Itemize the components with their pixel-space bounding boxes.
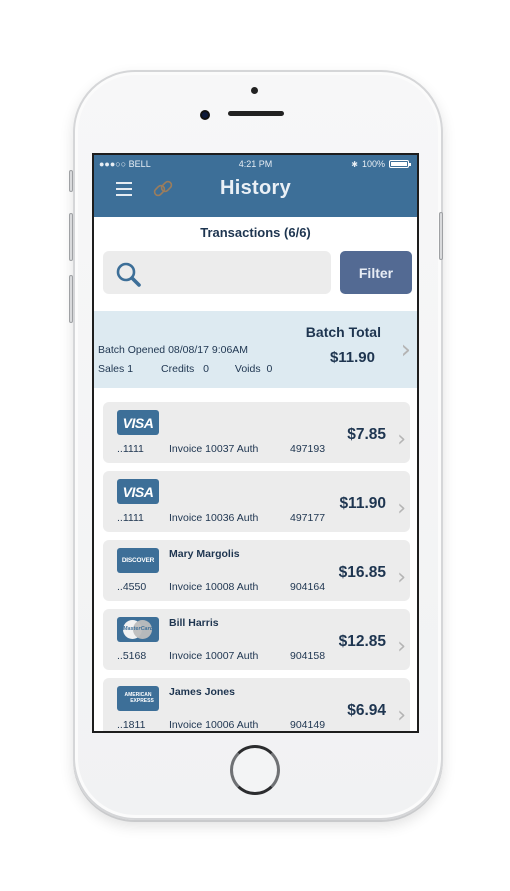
battery-icon bbox=[389, 160, 411, 168]
transaction-row[interactable]: MasterCard Bill Harris ..5168 Invoice 10… bbox=[103, 609, 410, 670]
sales-label: Sales bbox=[98, 363, 125, 375]
invoice-label: Invoice 10037 Auth bbox=[169, 443, 259, 455]
invoice-label: Invoice 10036 Auth bbox=[169, 512, 259, 524]
cardholder-name: Bill Harris bbox=[169, 617, 219, 629]
cardholder-name: Mary Margolis bbox=[169, 548, 240, 560]
batch-opened-value: 08/08/17 9:06AM bbox=[168, 344, 249, 356]
home-button[interactable] bbox=[230, 745, 280, 795]
batch-counts: Sales 1 Credits 0 Voids 0 bbox=[98, 363, 272, 375]
search-input[interactable] bbox=[103, 251, 331, 294]
invoice-label: Invoice 10007 Auth bbox=[169, 650, 259, 662]
card-last4: ..1111 bbox=[117, 443, 144, 455]
transaction-row[interactable]: AMERICAN EXPRESS James Jones ..1811 Invo… bbox=[103, 678, 410, 731]
transaction-amount: $6.94 bbox=[347, 702, 386, 719]
transaction-row[interactable]: VISA ..1111 Invoice 10037 Auth 497193 $7… bbox=[103, 402, 410, 463]
front-camera bbox=[200, 110, 210, 120]
visa-card-icon: VISA bbox=[117, 410, 159, 435]
card-last4: ..5168 bbox=[117, 650, 147, 662]
transaction-amount: $12.85 bbox=[338, 633, 386, 650]
auth-code: 904158 bbox=[290, 650, 326, 662]
transaction-row[interactable]: VISA ..1111 Invoice 10036 Auth 497177 $1… bbox=[103, 471, 410, 532]
batch-total-value: $11.90 bbox=[329, 349, 375, 366]
credits-label: Credits bbox=[161, 363, 195, 375]
status-bar: ●●●○○ BELL 4:21 PM ✱ 100% bbox=[94, 159, 417, 173]
card-last4: ..1111 bbox=[117, 512, 144, 524]
card-last4: ..1811 bbox=[117, 719, 146, 731]
app-screen: ●●●○○ BELL 4:21 PM ✱ 100% History Transa… bbox=[92, 153, 419, 733]
proximity-sensor bbox=[251, 87, 258, 94]
mastercard-card-icon: MasterCard bbox=[117, 617, 159, 642]
page-title: History bbox=[219, 177, 291, 199]
batch-summary[interactable]: Batch Opened 08/08/17 9:06AM Sales 1 Cre… bbox=[94, 311, 417, 388]
chevron-right-icon: › bbox=[397, 427, 406, 452]
card-last4: ..4550 bbox=[117, 581, 147, 593]
chevron-right-icon: › bbox=[397, 565, 406, 590]
discover-card-icon: DISCOVER bbox=[117, 548, 159, 573]
amex-card-icon: AMERICAN EXPRESS bbox=[117, 686, 159, 711]
status-right: ✱ 100% bbox=[351, 159, 411, 169]
batch-opened: Batch Opened 08/08/17 9:06AM bbox=[98, 344, 248, 356]
cardholder-name: James Jones bbox=[169, 686, 235, 698]
transaction-amount: $16.85 bbox=[338, 564, 386, 581]
amex-line2: EXPRESS bbox=[130, 697, 154, 704]
voids-value: 0 bbox=[266, 363, 273, 375]
auth-code: 497177 bbox=[290, 512, 326, 524]
chevron-right-icon: › bbox=[400, 335, 411, 365]
transaction-amount: $7.85 bbox=[347, 426, 386, 443]
batch-total-label: Batch Total bbox=[305, 324, 381, 340]
transactions-heading: Transactions (6/6) bbox=[200, 225, 311, 240]
batch-opened-label: Batch Opened bbox=[98, 344, 166, 356]
invoice-label: Invoice 10006 Auth bbox=[169, 719, 259, 731]
battery-percent: 100% bbox=[361, 159, 385, 169]
transaction-row[interactable]: DISCOVER Mary Margolis ..4550 Invoice 10… bbox=[103, 540, 410, 601]
bluetooth-icon: ✱ bbox=[351, 159, 358, 169]
auth-code: 904149 bbox=[290, 719, 326, 731]
chevron-right-icon: › bbox=[397, 703, 406, 728]
invoice-label: Invoice 10008 Auth bbox=[169, 581, 259, 593]
earpiece-speaker bbox=[228, 111, 284, 116]
mute-switch bbox=[69, 170, 73, 192]
transaction-list: VISA ..1111 Invoice 10037 Auth 497193 $7… bbox=[103, 402, 410, 731]
nav-bar: ●●●○○ BELL 4:21 PM ✱ 100% History bbox=[94, 155, 417, 217]
volume-up-button bbox=[69, 213, 73, 261]
visa-card-icon: VISA bbox=[117, 479, 159, 504]
voids-label: Voids bbox=[234, 363, 261, 375]
transaction-amount: $11.90 bbox=[339, 495, 386, 512]
chevron-right-icon: › bbox=[397, 496, 406, 521]
power-button bbox=[439, 212, 443, 260]
volume-down-button bbox=[69, 275, 73, 323]
auth-code: 904164 bbox=[290, 581, 326, 593]
filter-button[interactable]: Filter bbox=[340, 251, 412, 294]
chevron-right-icon: › bbox=[397, 634, 406, 659]
auth-code: 497193 bbox=[290, 443, 326, 455]
search-icon bbox=[116, 262, 141, 287]
mastercard-label: MasterCard bbox=[122, 626, 154, 632]
